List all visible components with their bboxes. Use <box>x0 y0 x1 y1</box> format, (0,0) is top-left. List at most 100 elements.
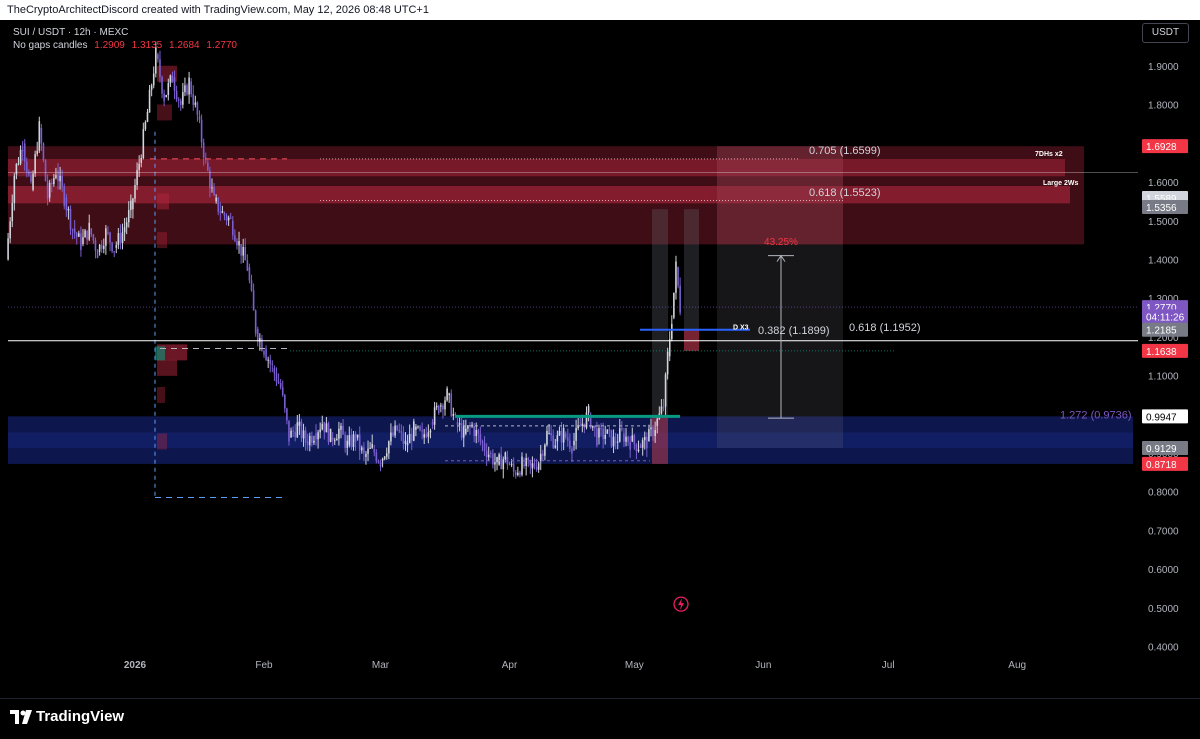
ohlc-high: 1.3135 <box>131 40 163 51</box>
candle-body <box>275 373 278 382</box>
candle-body <box>373 449 376 453</box>
candle-body <box>377 461 380 463</box>
candle-body <box>550 433 552 436</box>
candle-body <box>244 247 247 261</box>
candle-body <box>238 241 240 246</box>
candle-body <box>508 464 511 466</box>
price-chart[interactable]: 0.705 (1.6599) 0.618 (1.5523) 0.382 (1.189… <box>0 20 1200 698</box>
candle-body <box>90 228 93 235</box>
candle-body <box>344 434 346 448</box>
price-tick-label: 1.9000 <box>1148 62 1179 73</box>
candle-body <box>21 150 24 152</box>
candle-body <box>286 408 288 421</box>
candle-body <box>163 93 165 102</box>
candle-body <box>408 433 411 444</box>
candle-body <box>269 359 272 364</box>
candle-body <box>496 457 498 463</box>
candle-body <box>225 215 228 221</box>
candle-body <box>517 472 519 476</box>
candle-body <box>290 430 292 438</box>
candle-body <box>473 425 475 437</box>
volume-profile-bar <box>157 386 165 403</box>
candle-body <box>546 430 548 445</box>
candle-body <box>648 429 650 442</box>
candle-body <box>26 161 28 173</box>
candle-body <box>558 430 561 436</box>
candle-body <box>623 433 625 442</box>
candle-body <box>302 430 305 439</box>
candle-body <box>61 175 63 187</box>
candle-body <box>485 450 488 458</box>
candle-body <box>13 175 16 203</box>
candle-body <box>616 441 619 443</box>
candle-body <box>59 175 61 182</box>
candle-body <box>121 232 124 243</box>
currency-button[interactable]: USDT <box>1142 23 1189 43</box>
candle-body <box>111 242 113 252</box>
ohlc-open: 1.2909 <box>94 40 125 51</box>
candle-body <box>596 428 598 446</box>
candle-body <box>641 440 644 448</box>
candle-body <box>539 453 542 461</box>
candle-body <box>427 432 430 437</box>
candle-body <box>404 440 407 444</box>
candle-body <box>654 430 656 436</box>
candle-body <box>292 430 294 432</box>
price-tick-label: 1.5000 <box>1148 217 1179 228</box>
candle-body <box>229 217 232 219</box>
price-badge-label: 1.6928 <box>1146 142 1177 153</box>
candle-body <box>267 359 269 361</box>
candle-body <box>477 430 480 435</box>
candle-body <box>23 143 26 162</box>
candle-body <box>38 121 41 151</box>
tradingview-logo[interactable]: TradingView <box>10 708 124 725</box>
price-badge-label: 0.9129 <box>1146 444 1177 455</box>
candle-body <box>598 428 600 438</box>
price-tick-label: 0.7000 <box>1148 526 1179 537</box>
candle-body <box>169 75 172 84</box>
price-axis: 1.90001.80001.70001.60001.50001.40001.30… <box>1142 62 1188 654</box>
candle-body <box>298 421 301 426</box>
candle-body <box>188 77 190 95</box>
candle-body <box>119 233 122 243</box>
candle-body <box>660 406 663 414</box>
candle-body <box>161 77 163 94</box>
candle-body <box>406 443 409 446</box>
candle-body <box>196 102 199 115</box>
candle-body <box>186 85 188 95</box>
candle-body <box>32 173 34 190</box>
candle-body <box>415 426 417 430</box>
candle-body <box>643 436 646 441</box>
candle-body <box>231 220 234 236</box>
candle-body <box>94 240 97 251</box>
time-tick-label: Jun <box>755 660 771 671</box>
candle-body <box>569 440 571 449</box>
candle-body <box>256 329 259 342</box>
candle-body <box>250 280 253 291</box>
candle-body <box>192 94 195 105</box>
candle-body <box>167 83 170 96</box>
candle-body <box>552 435 555 448</box>
candle-body <box>454 413 457 415</box>
candle-body <box>510 463 513 465</box>
candle-body <box>591 425 594 428</box>
candle-body <box>656 418 659 426</box>
price-badge-label: 04:11:26 <box>1146 312 1185 323</box>
candle-body <box>612 436 615 447</box>
candle-body <box>639 445 642 448</box>
candle-body <box>379 462 382 467</box>
candle-body <box>346 440 349 448</box>
price-tick-label: 1.6000 <box>1148 178 1179 189</box>
candle-body <box>179 100 182 105</box>
candle-body <box>134 185 136 199</box>
candle-body <box>82 237 84 245</box>
candle-body <box>544 444 546 456</box>
candle-body <box>223 213 226 216</box>
candle-body <box>55 175 57 179</box>
seven-dhs-zone <box>8 158 1065 177</box>
candle-body <box>144 121 147 130</box>
candle-body <box>242 247 244 256</box>
candle-body <box>371 444 373 448</box>
footer-bar <box>0 698 1200 739</box>
candle-body <box>410 433 413 441</box>
